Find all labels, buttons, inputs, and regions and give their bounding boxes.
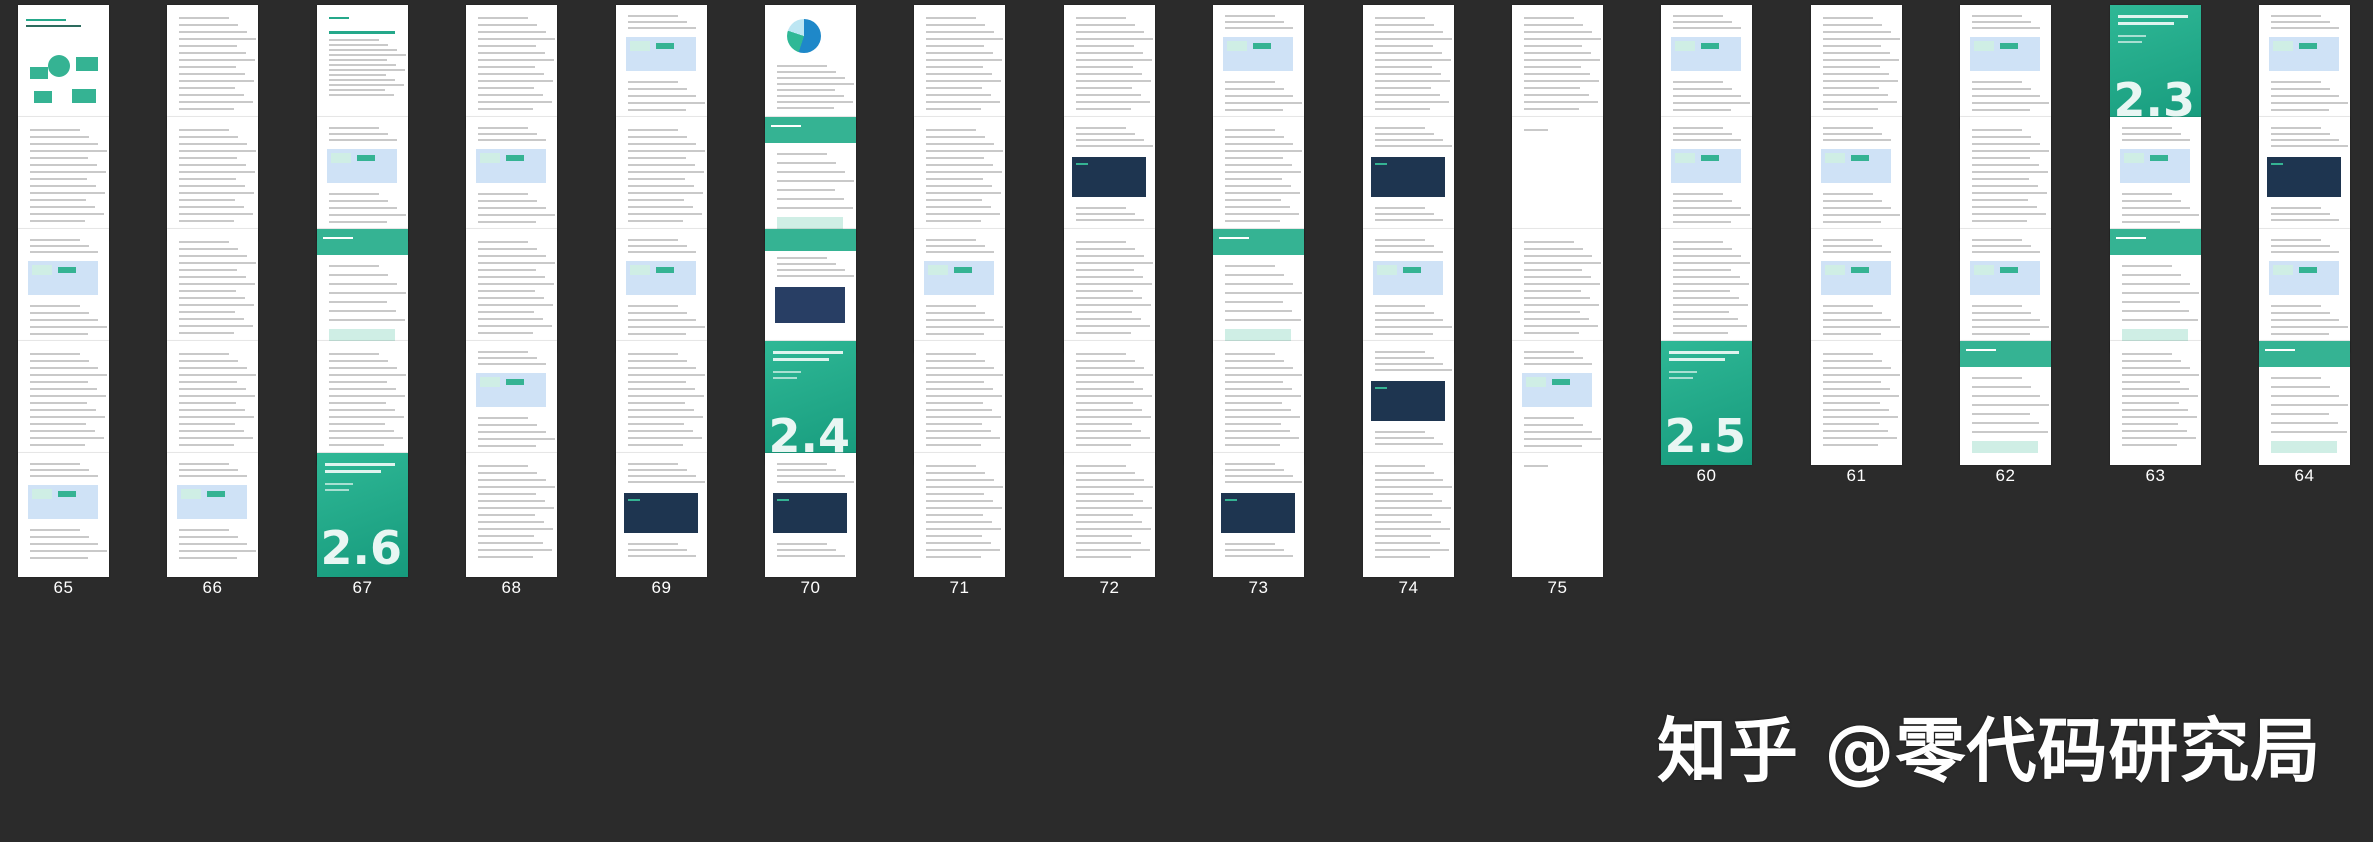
- page-thumbnail-75[interactable]: 75: [1512, 443, 1604, 597]
- page-preview[interactable]: [18, 453, 109, 577]
- page-thumbnail-69[interactable]: 69: [616, 443, 708, 597]
- page-number-label: 64: [2294, 466, 2315, 485]
- page-thumbnail-68[interactable]: 68: [466, 443, 558, 597]
- page-number-label: 65: [53, 578, 74, 597]
- page-preview[interactable]: 2.6: [317, 453, 408, 577]
- page-thumbnail-72[interactable]: 72: [1064, 443, 1156, 597]
- page-thumbnail-65[interactable]: 65: [18, 443, 110, 597]
- page-thumbnail-60[interactable]: 2.5 60: [1661, 331, 1753, 485]
- page-thumbnail-74[interactable]: 74: [1363, 443, 1455, 597]
- page-thumbnail-viewer: 12345678910111213142.3151617181920212223…: [0, 0, 2373, 842]
- page-thumbnail-66[interactable]: 66: [167, 443, 259, 597]
- page-preview[interactable]: [1064, 453, 1155, 577]
- page-preview[interactable]: [914, 453, 1005, 577]
- page-thumbnail-64[interactable]: 64: [2259, 331, 2351, 485]
- page-preview[interactable]: [1213, 453, 1304, 577]
- page-number-label: 70: [800, 578, 821, 597]
- page-thumbnail-63[interactable]: 63: [2110, 331, 2202, 485]
- page-thumbnail-73[interactable]: 73: [1213, 443, 1305, 597]
- page-preview[interactable]: 2.5: [1661, 341, 1752, 465]
- page-number-label: 72: [1099, 578, 1120, 597]
- page-number-label: 66: [202, 578, 223, 597]
- page-thumbnail-67[interactable]: 2.6 67: [317, 443, 409, 597]
- page-number-label: 73: [1248, 578, 1269, 597]
- page-number-label: 68: [501, 578, 522, 597]
- watermark-text: 知乎 @零代码研究局: [1657, 710, 2322, 792]
- page-preview[interactable]: [1512, 453, 1603, 577]
- section-number: 2.5: [1664, 409, 1747, 463]
- page-number-label: 60: [1696, 466, 1717, 485]
- page-preview[interactable]: [1811, 341, 1902, 465]
- page-preview[interactable]: [2259, 341, 2350, 465]
- page-thumbnail-61[interactable]: 61: [1811, 331, 1903, 485]
- page-thumbnail-71[interactable]: 71: [914, 443, 1006, 597]
- page-number-label: 69: [651, 578, 672, 597]
- page-preview[interactable]: [167, 453, 258, 577]
- page-number-label: 63: [2145, 466, 2166, 485]
- page-preview[interactable]: [616, 453, 707, 577]
- page-preview[interactable]: [1960, 341, 2051, 465]
- page-number-label: 62: [1995, 466, 2016, 485]
- page-number-label: 67: [352, 578, 373, 597]
- page-number-label: 61: [1846, 466, 1867, 485]
- page-thumbnail-62[interactable]: 62: [1960, 331, 2052, 485]
- page-preview[interactable]: [466, 453, 557, 577]
- section-number: 2.6: [320, 521, 403, 575]
- page-preview[interactable]: [1363, 453, 1454, 577]
- page-number-label: 75: [1547, 578, 1568, 597]
- page-number-label: 74: [1398, 578, 1419, 597]
- page-preview[interactable]: [2110, 341, 2201, 465]
- page-number-label: 71: [949, 578, 970, 597]
- page-thumbnail-70[interactable]: 70: [765, 443, 857, 597]
- page-preview[interactable]: [765, 453, 856, 577]
